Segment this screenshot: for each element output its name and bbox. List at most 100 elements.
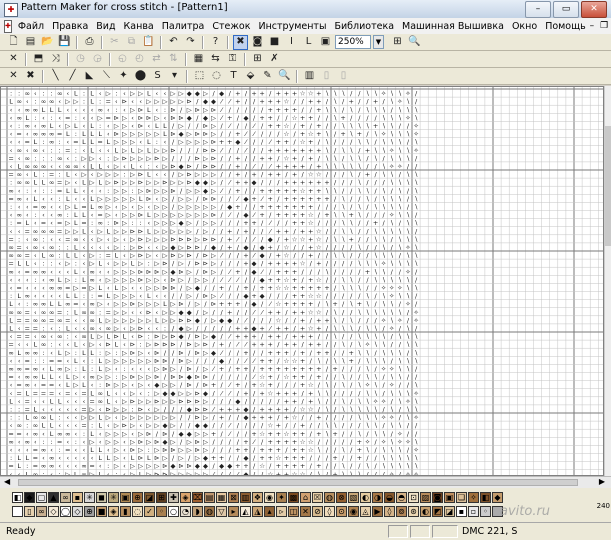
backstitch-line-icon[interactable]: ⟍ [99, 69, 114, 84]
palette-row2-swatch-33[interactable]: ⊚ [396, 506, 407, 517]
palette-row2-swatch-5[interactable]: ◯ [60, 506, 71, 517]
undo-icon[interactable]: ↶ [166, 35, 181, 50]
special-stitch-icon[interactable]: S [150, 69, 165, 84]
palette-row1-swatch-2[interactable]: ◆ [24, 492, 35, 503]
vertical-scrollbar[interactable] [604, 86, 611, 476]
palette-row2-swatch-26[interactable]: ⊘ [312, 506, 323, 517]
zoom-dropdown-icon[interactable]: ▼ [373, 35, 384, 49]
text-tool-icon[interactable]: T [226, 69, 241, 84]
menu-window[interactable]: Окно [508, 21, 541, 32]
palette-row1-swatch-37[interactable]: ▣ [444, 492, 455, 503]
mdi-restore-icon[interactable]: ❐ [600, 21, 608, 31]
eyedropper-icon[interactable]: ✎ [260, 69, 275, 84]
palette-row2-swatch-2[interactable]: ▯ [24, 506, 35, 517]
palette-row1-swatch-25[interactable]: ⌂ [300, 492, 311, 503]
color-picker-icon[interactable]: ▦ [191, 52, 206, 67]
menu-library[interactable]: Библиотека [330, 21, 398, 32]
document-icon[interactable]: ✚ [4, 19, 12, 33]
paste-icon[interactable]: 📋 [141, 35, 156, 50]
palette-row1-swatch-16[interactable]: ⌧ [192, 492, 203, 503]
palette-row1-swatch-28[interactable]: ⊗ [336, 492, 347, 503]
clock-icon-3[interactable]: ◵ [115, 52, 130, 67]
palette-row2-swatch-32[interactable]: ◊ [384, 506, 395, 517]
motif-alt-icon[interactable]: ▯ [336, 69, 351, 84]
palette-row2-swatch-38[interactable]: ▪ [456, 506, 467, 517]
palette-row2-swatch-11[interactable]: ◌ [132, 506, 143, 517]
palette-row1-swatch-23[interactable]: ✦ [276, 492, 287, 503]
grid-square-icon[interactable]: ▣ [318, 35, 333, 50]
palette-row1-swatch-21[interactable]: ❖ [252, 492, 263, 503]
minimize-button[interactable]: – [525, 1, 551, 18]
menu-palette[interactable]: Палитра [158, 21, 209, 32]
palette-row2-swatch-31[interactable]: ▶ [372, 506, 383, 517]
menu-file[interactable]: Файл [14, 21, 48, 32]
palette-row2-swatch-25[interactable]: ✕ [300, 506, 311, 517]
palette-row1-swatch-12[interactable]: ◪ [144, 492, 155, 503]
palette-row2-swatch-36[interactable]: ◩ [432, 506, 443, 517]
palette-row1-swatch-10[interactable]: ▣ [120, 492, 131, 503]
clock-icon-1[interactable]: ◷ [73, 52, 88, 67]
palette-row2-swatch-21[interactable]: ◮ [252, 506, 263, 517]
palette-row2-swatch-6[interactable]: ◇ [72, 506, 83, 517]
print-icon[interactable]: ⎙ [82, 35, 97, 50]
pattern-canvas[interactable]: :: ∞ ‹:: ∞ ‹ L: L ‹ ▷: ‹ ▷ ▷ L ‹ ‹ ▷ ▷ ◆ ◆ ▷ / ◆ / + / + + / + + + ☆ ☆ + ∖… [0, 86, 604, 476]
palette-row1-swatch-30[interactable]: ◐ [360, 492, 371, 503]
palette-row1-swatch-7[interactable]: ✳ [84, 492, 95, 503]
palette-row2-swatch-29[interactable]: ◉ [348, 506, 359, 517]
stitch-grid[interactable]: :: ∞ ‹:: ∞ ‹ L: L ‹ ▷: ‹ ▷ ▷ L ‹ ‹ ▷ ▷ ◆ ◆ ▷ / ◆ / + / + + / + + + ☆ ☆ + ∖… [1, 87, 604, 476]
fill-square-icon[interactable]: ■ [267, 35, 282, 50]
palette-row1-swatch-33[interactable]: ◓ [396, 492, 407, 503]
library-icon[interactable]: ▥ [302, 69, 317, 84]
palette-row1-swatch-27[interactable]: ◍ [324, 492, 335, 503]
new-from-image-icon[interactable]: ▤ [23, 35, 38, 50]
palette-row2-swatch-23[interactable]: ▹ [276, 506, 287, 517]
palette-row1-swatch-24[interactable]: ▩ [288, 492, 299, 503]
menu-machine-embroidery[interactable]: Машинная Вышивка [398, 21, 508, 32]
palette-row2-swatch-37[interactable]: ◪ [444, 506, 455, 517]
palette-row2-swatch-14[interactable]: ○ [168, 506, 179, 517]
palette-row2-swatch-4[interactable]: ◇ [48, 506, 59, 517]
half-stitch-alt-icon[interactable]: ╱ [65, 69, 80, 84]
bead-icon[interactable]: ⬤ [133, 69, 148, 84]
palette-row1-swatch-22[interactable]: ◉ [264, 492, 275, 503]
line-type-icon[interactable]: L [301, 35, 316, 50]
open-folder-icon[interactable]: 📂 [40, 35, 55, 50]
cross-view-icon[interactable]: ✖ [233, 34, 248, 50]
quarter-cross-icon[interactable]: ✖ [23, 69, 38, 84]
palette-row1-swatch-20[interactable]: ▥ [240, 492, 251, 503]
lasso-select-icon[interactable]: ◌ [209, 69, 224, 84]
palette-row2-swatch-40[interactable]: ◦ [480, 506, 491, 517]
color-block-icon[interactable]: ◙ [250, 35, 265, 50]
close-button[interactable]: ✕ [581, 1, 607, 18]
fit-window-icon[interactable]: ⊞ [390, 35, 405, 50]
palette-row2-swatch-20[interactable]: ◭ [240, 506, 251, 517]
maximize-button[interactable]: ▭ [553, 1, 579, 18]
palette-row1-swatch-26[interactable]: ☒ [312, 492, 323, 503]
save-icon[interactable]: 💾 [57, 35, 72, 50]
cut-icon[interactable]: ✂ [107, 35, 122, 50]
palette-row1-swatch-11[interactable]: ⊕ [132, 492, 143, 503]
text-cursor-icon[interactable]: I [284, 35, 299, 50]
menu-canvas[interactable]: Канва [120, 21, 158, 32]
palette-row2-swatch-18[interactable]: ▽ [216, 506, 227, 517]
three-quarter-icon[interactable]: ◣ [82, 69, 97, 84]
palette-row2-swatch-35[interactable]: ◐ [420, 506, 431, 517]
palette-row2-swatch-27[interactable]: ◊ [324, 506, 335, 517]
palette-row1-swatch-4[interactable]: ▲ [48, 492, 59, 503]
palette-row1-swatch-14[interactable]: ✚ [168, 492, 179, 503]
zoom-tool-icon[interactable]: 🔍 [407, 35, 422, 50]
palette-row2-swatch-15[interactable]: ◔ [180, 506, 191, 517]
palette-row2-swatch-24[interactable]: ◫ [288, 506, 299, 517]
mdi-minimize-icon[interactable]: – [590, 21, 595, 31]
palette-row2-swatch-7[interactable]: ⊕ [84, 506, 95, 517]
grid-toggle-icon[interactable]: ⊞ [250, 52, 265, 67]
mirror-icon[interactable]: ⇅ [166, 52, 181, 67]
rect-select-icon[interactable]: ⬚ [192, 69, 207, 84]
reduce-colors-icon[interactable]: ⇆ [208, 52, 223, 67]
palette-row1-swatch-32[interactable]: ◒ [384, 492, 395, 503]
palette-row2-swatch-9[interactable]: ◈ [108, 506, 119, 517]
palette-row1-swatch-8[interactable]: ◼ [96, 492, 107, 503]
palette-row1-swatch-36[interactable]: ◙ [432, 492, 443, 503]
palette-row1-swatch-38[interactable]: ❏ [456, 492, 467, 503]
clock-icon-2[interactable]: ◶ [90, 52, 105, 67]
